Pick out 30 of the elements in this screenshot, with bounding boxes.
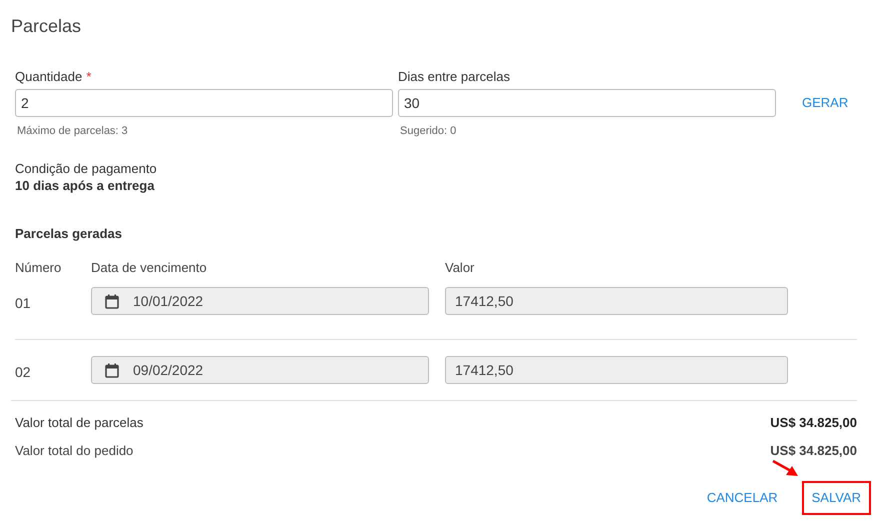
panel-title: Parcelas — [11, 15, 82, 38]
field-hint: Sugerido: 0 — [400, 124, 456, 139]
section-title: Parcelas geradas — [15, 226, 122, 240]
number-input[interactable]: 2 — [15, 89, 393, 117]
date-field[interactable]: 10/01/2022 — [91, 287, 429, 315]
total-value: US$ 34.825,00 — [770, 415, 857, 431]
calendar-icon — [105, 294, 119, 308]
pointer-arrow — [771, 459, 799, 478]
cancel-button[interactable]: CANCELAR — [700, 481, 784, 515]
save-button[interactable]: SALVAR — [802, 481, 871, 515]
number-input[interactable]: 30 — [398, 89, 776, 117]
generate-button[interactable]: GERAR — [797, 89, 854, 117]
value-field[interactable]: 17412,50 — [445, 356, 788, 384]
installment-number: 01 — [15, 294, 32, 312]
calendar-icon — [105, 362, 119, 378]
value-field[interactable]: 17412,50 — [445, 287, 788, 315]
date-field[interactable]: 09/02/2022 — [91, 356, 429, 384]
installment-number: 02 — [15, 362, 32, 382]
condition-value: 10 dias após a entrega — [15, 176, 154, 194]
total-value: US$ 34.825,00 — [770, 443, 857, 459]
condition-label: Condição de pagamento — [15, 160, 157, 176]
field-label: Quantidade — [15, 68, 82, 86]
column-header: Valor — [445, 258, 474, 276]
total-label: Valor total do pedido — [15, 443, 134, 459]
column-header: Data de vencimento — [91, 258, 208, 276]
column-header: Número — [15, 258, 62, 276]
field-hint: Máximo de parcelas: 3 — [17, 124, 128, 139]
required-mark: * — [86, 68, 92, 86]
total-label: Valor total de parcelas — [15, 415, 144, 431]
field-label: Dias entre parcelas — [398, 68, 510, 86]
